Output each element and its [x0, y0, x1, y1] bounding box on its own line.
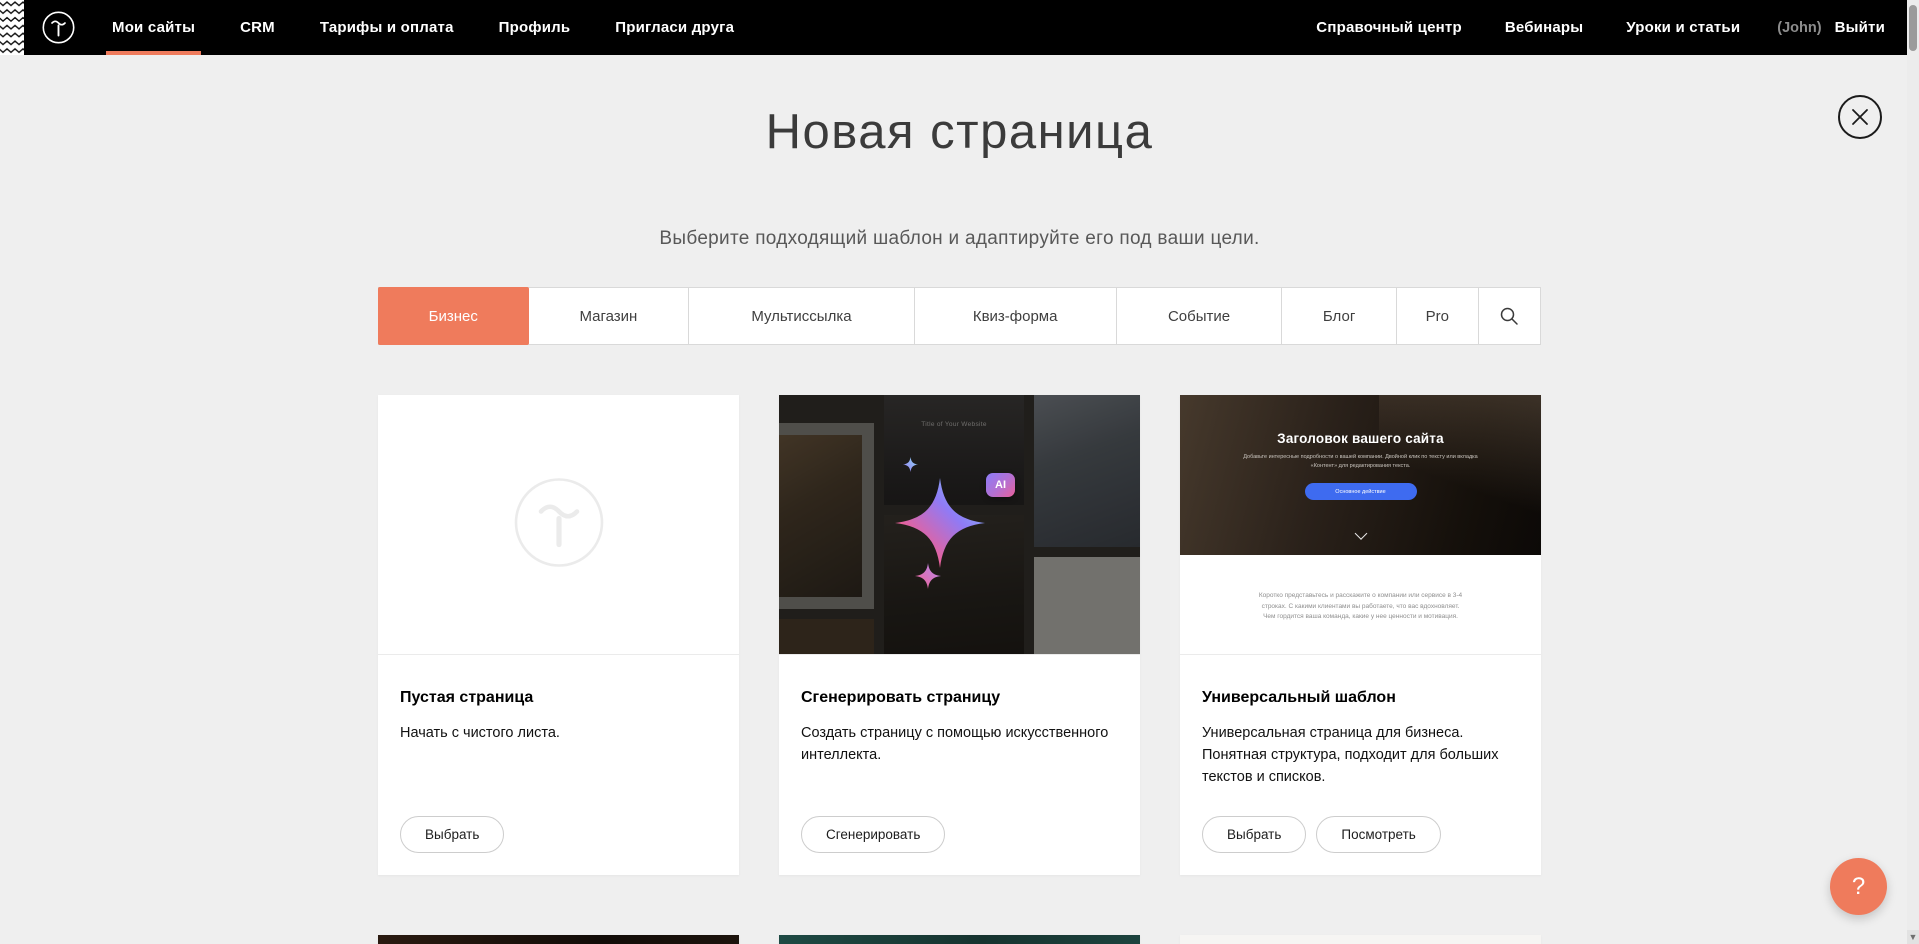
- nav-help-center[interactable]: Справочный центр: [1310, 0, 1468, 55]
- card-description: Создать страницу с помощью искусственног…: [801, 723, 1111, 767]
- ai-collage-preview: Title of Your Website: [779, 395, 1140, 655]
- scroll-down-arrow-icon[interactable]: ▼: [1907, 930, 1919, 944]
- template-body-text: Коротко представьтесь и расскажите о ком…: [1257, 591, 1465, 623]
- tab-event[interactable]: Событие: [1117, 288, 1283, 344]
- nav-crm[interactable]: CRM: [234, 0, 281, 55]
- tab-pro[interactable]: Pro: [1397, 288, 1479, 344]
- tilda-watermark-icon: [513, 476, 605, 573]
- template-cta-button: Основное действие: [1305, 483, 1417, 500]
- universal-template-preview: Заголовок вашего сайта Добавьте интересн…: [1180, 395, 1541, 655]
- nav-invite-friend[interactable]: Пригласи друга: [609, 0, 740, 55]
- card-partial-3: [1180, 935, 1541, 944]
- card-universal-template: Заголовок вашего сайта Добавьте интересн…: [1180, 395, 1541, 875]
- search-icon: [1498, 305, 1520, 327]
- tab-quiz-form[interactable]: Квиз-форма: [915, 288, 1117, 344]
- card-partial-1: [378, 935, 739, 944]
- tab-shop[interactable]: Магазин: [529, 288, 690, 344]
- card-actions: Выбрать Посмотреть: [1202, 816, 1441, 853]
- template-heading: Заголовок вашего сайта: [1180, 431, 1541, 446]
- page-subtitle: Выберите подходящий шаблон и адаптируйте…: [0, 228, 1919, 250]
- partial-preview: [1180, 935, 1541, 944]
- tab-blog[interactable]: Блог: [1282, 288, 1396, 344]
- choose-button[interactable]: Выбрать: [1202, 816, 1306, 853]
- card-ai-generate: Title of Your Website: [779, 395, 1140, 875]
- card-actions: Выбрать: [400, 816, 504, 853]
- help-button[interactable]: ?: [1830, 858, 1887, 915]
- tilda-logo[interactable]: [42, 11, 75, 44]
- category-tabs: Бизнес Магазин Мультиссылка Квиз-форма С…: [378, 287, 1541, 345]
- blank-page-preview: [378, 395, 739, 655]
- page-title: Новая страница: [0, 104, 1919, 160]
- card-info: Универсальный шаблон Универсальная стран…: [1180, 655, 1541, 788]
- nav-lessons[interactable]: Уроки и статьи: [1620, 0, 1746, 55]
- website-collage: Title of Your Website: [779, 395, 1140, 654]
- top-navbar: Мои сайты CRM Тарифы и оплата Профиль Пр…: [0, 0, 1919, 55]
- partial-preview: [779, 935, 1140, 944]
- nav-tariffs[interactable]: Тарифы и оплата: [314, 0, 460, 55]
- template-thumbnail: Заголовок вашего сайта Добавьте интересн…: [1180, 395, 1541, 654]
- main-nav: Мои сайты CRM Тарифы и оплата Профиль Пр…: [106, 0, 740, 55]
- secondary-nav: Справочный центр Вебинары Уроки и статьи…: [1310, 0, 1891, 55]
- ai-sparkle-tiny-icon: [903, 457, 918, 472]
- card-title: Сгенерировать страницу: [801, 689, 1118, 707]
- template-grid-row2: [378, 935, 1541, 944]
- ai-sparkle-icon: [895, 478, 985, 568]
- template-subtext: Добавьте интересные подробности о вашей …: [1243, 453, 1478, 471]
- card-description: Начать с чистого листа.: [400, 723, 710, 745]
- scrollbar: ▼: [1907, 0, 1919, 944]
- tab-business[interactable]: Бизнес: [378, 287, 529, 345]
- tab-multilink[interactable]: Мультиссылка: [689, 288, 914, 344]
- partial-preview: [378, 935, 739, 944]
- generate-button[interactable]: Сгенерировать: [801, 816, 945, 853]
- card-actions: Сгенерировать: [801, 816, 945, 853]
- nav-webinars[interactable]: Вебинары: [1499, 0, 1589, 55]
- close-button[interactable]: [1838, 95, 1882, 139]
- scrollbar-thumb[interactable]: [1909, 5, 1917, 51]
- card-info: Пустая страница Начать с чистого листа.: [378, 655, 739, 745]
- nav-my-sites[interactable]: Мои сайты: [106, 0, 201, 55]
- user-name: (John): [1777, 20, 1821, 36]
- card-title: Универсальный шаблон: [1202, 689, 1519, 707]
- card-title: Пустая страница: [400, 689, 717, 707]
- choose-button[interactable]: Выбрать: [400, 816, 504, 853]
- zigzag-pattern: [0, 0, 24, 55]
- close-icon: [1850, 107, 1870, 127]
- nav-profile[interactable]: Профиль: [493, 0, 577, 55]
- ai-sparkle-small-icon: [915, 563, 941, 589]
- logout-link[interactable]: Выйти: [1829, 0, 1891, 55]
- card-info: Сгенерировать страницу Создать страницу …: [779, 655, 1140, 767]
- tab-search[interactable]: [1479, 288, 1540, 344]
- template-grid: Пустая страница Начать с чистого листа. …: [378, 395, 1541, 875]
- preview-button[interactable]: Посмотреть: [1316, 816, 1440, 853]
- card-partial-2: [779, 935, 1140, 944]
- ai-badge: AI: [986, 473, 1015, 497]
- card-description: Универсальная страница для бизнеса. Поня…: [1202, 723, 1512, 788]
- card-blank-page: Пустая страница Начать с чистого листа. …: [378, 395, 739, 875]
